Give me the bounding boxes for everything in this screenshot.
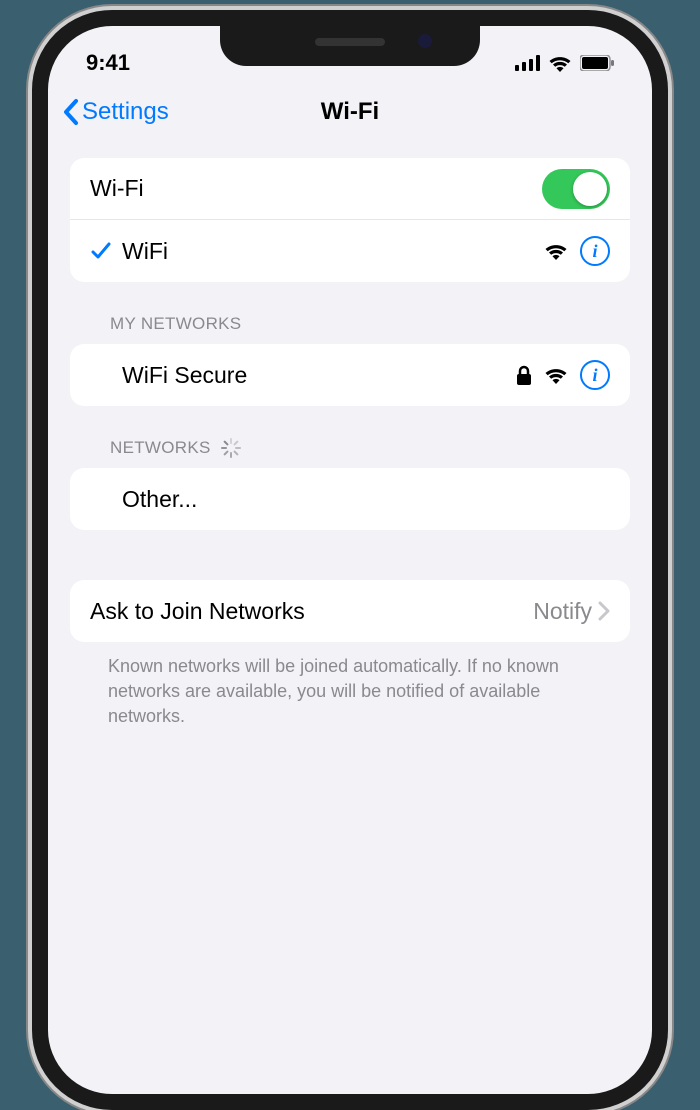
spinner-icon — [221, 438, 241, 458]
network-row[interactable]: WiFi Secure i — [70, 344, 630, 406]
connected-network-row[interactable]: WiFi i — [70, 220, 630, 282]
side-button — [40, 244, 48, 316]
lock-icon — [516, 365, 532, 385]
ask-join-row[interactable]: Ask to Join Networks Notify — [70, 580, 630, 642]
cellular-icon — [515, 55, 540, 71]
connected-network-name: WiFi — [122, 238, 544, 265]
network-name: WiFi Secure — [122, 362, 516, 389]
wifi-toggle-row: Wi-Fi — [70, 158, 630, 220]
back-label: Settings — [82, 98, 169, 126]
wifi-signal-icon — [544, 366, 568, 384]
chevron-right-icon — [598, 601, 610, 621]
phone-frame: 9:41 Settings Wi-Fi Wi-Fi WiFi — [32, 10, 668, 1110]
chevron-left-icon — [62, 98, 80, 126]
wifi-main-group: Wi-Fi WiFi i — [70, 158, 630, 282]
ask-join-group: Ask to Join Networks Notify — [70, 580, 630, 642]
info-button[interactable]: i — [580, 360, 610, 390]
ask-join-label: Ask to Join Networks — [90, 598, 533, 625]
back-button[interactable]: Settings — [62, 98, 169, 126]
networks-group: Other... — [70, 468, 630, 530]
wifi-signal-icon — [544, 242, 568, 260]
phone-notch — [220, 24, 480, 66]
side-button — [40, 334, 48, 406]
status-time: 9:41 — [86, 50, 130, 76]
my-networks-header: MY NETWORKS — [70, 282, 630, 344]
my-networks-group: WiFi Secure i — [70, 344, 630, 406]
wifi-toggle[interactable] — [542, 169, 610, 209]
footer-text: Known networks will be joined automatica… — [70, 642, 630, 730]
checkmark-icon — [90, 240, 112, 262]
side-button — [652, 258, 660, 368]
battery-icon — [580, 55, 614, 71]
other-label: Other... — [122, 486, 610, 513]
page-title: Wi-Fi — [321, 98, 379, 126]
wifi-toggle-label: Wi-Fi — [90, 175, 542, 202]
wifi-icon — [548, 54, 572, 72]
other-network-row[interactable]: Other... — [70, 468, 630, 530]
nav-bar: Settings Wi-Fi — [48, 82, 652, 140]
networks-header: NETWORKS — [70, 406, 630, 468]
info-button[interactable]: i — [580, 236, 610, 266]
side-button — [40, 174, 48, 214]
ask-join-value: Notify — [533, 598, 592, 625]
